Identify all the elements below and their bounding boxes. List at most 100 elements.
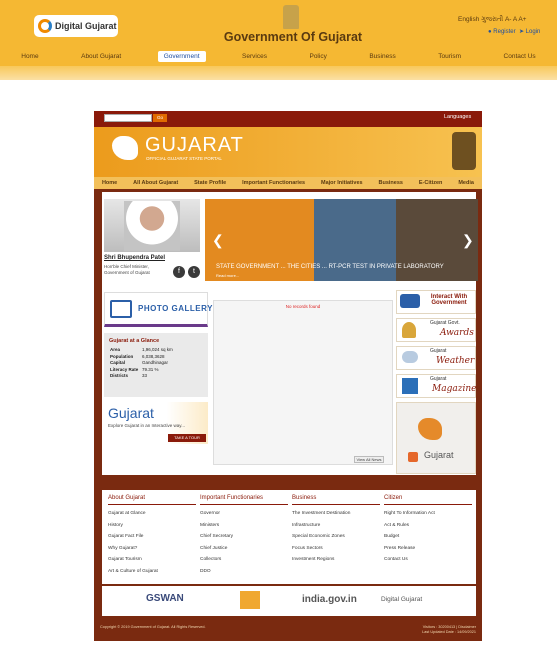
cloud-icon [402, 351, 418, 363]
footer-link[interactable]: DDO [200, 566, 288, 578]
footer-link[interactable]: Art & Culture of Gujarat [108, 566, 196, 578]
news-empty-message: No records found [285, 304, 321, 309]
footer-link[interactable]: Why Gujarat? [108, 543, 196, 555]
search-button[interactable]: Go [153, 114, 167, 122]
weather-top: Gujarat [430, 348, 447, 354]
magazine-label: Magazine [432, 384, 477, 394]
slider-read-more[interactable]: Read more... [216, 273, 239, 278]
nav-services[interactable]: Services [236, 51, 273, 62]
pnav-about[interactable]: All About Gujarat [133, 180, 178, 186]
magazine-top: Gujarat [430, 376, 447, 382]
footer-col-citizen: Citizen Right To Information Act Act & R… [384, 495, 472, 566]
footer-link[interactable]: Special Economic Zones [292, 531, 380, 543]
portal-subtitle: OFFICIAL GUJARAT STATE PORTAL [146, 156, 222, 161]
main-nav: Home About Gujarat Government Services P… [0, 48, 557, 64]
weather-label: Weather [436, 356, 475, 366]
awards-top: Gujarat Govt. [430, 320, 460, 326]
footer-col-functionaries: Important Functionaries Governor Ministe… [200, 495, 288, 577]
footer-link[interactable]: History [108, 520, 196, 532]
take-tour-button[interactable]: TAKE A TOUR [168, 434, 206, 442]
slider-prev-icon[interactable]: ❮ [212, 232, 224, 249]
logo-icon [38, 19, 52, 33]
tourism-logo-icon[interactable] [240, 591, 260, 609]
footer-link[interactable]: Contact Us [384, 554, 472, 566]
portal-nav: Home All About Gujarat State Profile Imp… [94, 177, 482, 189]
magazine-icon [402, 378, 418, 394]
footer-link[interactable]: Investment Regions [292, 554, 380, 566]
languages-dropdown[interactable]: Languages [444, 114, 471, 120]
footer-link[interactable]: Budget [384, 531, 472, 543]
footer-col-business: Business The Investment Destination Infr… [292, 495, 380, 566]
pnav-initiatives[interactable]: Major Initiatives [321, 180, 363, 186]
nav-home[interactable]: Home [15, 51, 44, 62]
india-gov-logo[interactable]: india.gov.in [302, 594, 357, 605]
footer-link[interactable]: Right To Information Act [384, 508, 472, 520]
slider-next-icon[interactable]: ❯ [462, 232, 474, 249]
page-title: Government Of Gujarat [223, 30, 363, 44]
tourism-label: Gujarat [424, 450, 454, 460]
header-fade [0, 66, 557, 80]
copyright-text: Copyright © 2019 Government of Gujarat. … [100, 625, 206, 629]
awards-label: Awards [440, 328, 474, 338]
visitors-count: Visitors : 30200413 | Disclaimer [422, 625, 476, 629]
chat-icon [400, 294, 420, 308]
cm-portrait [124, 201, 180, 251]
pnav-profile[interactable]: State Profile [194, 180, 226, 186]
register-link[interactable]: Register [493, 29, 515, 35]
slider-caption: STATE GOVERNMENT ... THE CITIES ... RT-P… [216, 264, 444, 270]
glance-panel: Gujarat at a Glance Area 1,96,024 sq km P… [104, 333, 208, 397]
footer-link[interactable]: Infrastructure [292, 520, 380, 532]
digital-gujarat-partner-logo[interactable]: Digital Gujarat [381, 596, 422, 603]
footer-link[interactable]: Ministers [200, 520, 288, 532]
image-icon [110, 300, 132, 318]
pnav-functionaries[interactable]: Important Functionaries [242, 180, 305, 186]
twitter-icon[interactable]: t [188, 266, 200, 278]
nav-about[interactable]: About Gujarat [75, 51, 127, 62]
footer-link[interactable]: Gujarat at Glance [108, 508, 196, 520]
pnav-media[interactable]: Media [458, 180, 474, 186]
cm-name[interactable]: Shri Bhupendra Patel [104, 255, 165, 261]
tour-subtitle: Explore Gujarat in an Interactive way... [108, 423, 185, 428]
nav-business[interactable]: Business [363, 51, 401, 62]
footer-link[interactable]: The Investment Destination [292, 508, 380, 520]
footer-link[interactable]: Chief Secretary [200, 531, 288, 543]
cm-designation: Hon'ble Chief Minister, Government of Gu… [104, 264, 150, 275]
footer-link[interactable]: Gujarat Fact File [108, 531, 196, 543]
nav-policy[interactable]: Policy [303, 51, 332, 62]
pnav-business[interactable]: Business [379, 180, 403, 186]
tour-title: Gujarat [108, 405, 154, 421]
login-link[interactable]: Login [526, 29, 541, 35]
photo-gallery-label: PHOTO GALLERY [138, 304, 213, 313]
facebook-icon[interactable]: f [173, 266, 185, 278]
view-all-news-button[interactable]: View All News [354, 456, 384, 463]
footer-link[interactable]: Collectors [200, 554, 288, 566]
pnav-ecitizen[interactable]: E-Citizen [419, 180, 443, 186]
portal-title: GUJARAT [145, 134, 244, 156]
site-header: Digital Gujarat Government Of Gujarat En… [0, 0, 557, 80]
search-input[interactable] [104, 114, 152, 122]
auth-links[interactable]: ● Register ➤ Login [488, 28, 540, 35]
nav-tourism[interactable]: Tourism [432, 51, 467, 62]
visitor-info: Visitors : 30200413 | Disclaimer Last Up… [422, 625, 476, 634]
news-panel [213, 300, 393, 465]
trophy-icon [402, 322, 416, 338]
glance-title: Gujarat at a Glance [109, 338, 160, 344]
gswan-logo[interactable]: GSWAN [146, 593, 184, 604]
nav-government[interactable]: Government [157, 50, 206, 62]
tourism-logo-icon [408, 452, 418, 462]
footer-link[interactable]: Gujarat Tourism [108, 554, 196, 566]
digital-gujarat-logo[interactable]: Digital Gujarat [34, 15, 118, 37]
nav-contact[interactable]: Contact Us [498, 51, 542, 62]
footer-link[interactable]: Chief Justice [200, 543, 288, 555]
footer-link[interactable]: Focus Sectors [292, 543, 380, 555]
copyright-bar: Copyright © 2019 Government of Gujarat. … [94, 622, 482, 641]
language-links[interactable]: English ગુજરાતી A- A A+ [458, 16, 526, 24]
interact-label: Interact With Government [430, 294, 468, 306]
footer-link[interactable]: Act & Rules [384, 520, 472, 532]
glance-row: Districts 33 [110, 373, 148, 378]
pnav-home[interactable]: Home [102, 180, 117, 186]
last-updated: Last Updated Date : 14/09/2021 [422, 629, 476, 634]
state-emblem-icon [452, 132, 476, 170]
footer-link[interactable]: Press Release [384, 543, 472, 555]
footer-link[interactable]: Governor [200, 508, 288, 520]
